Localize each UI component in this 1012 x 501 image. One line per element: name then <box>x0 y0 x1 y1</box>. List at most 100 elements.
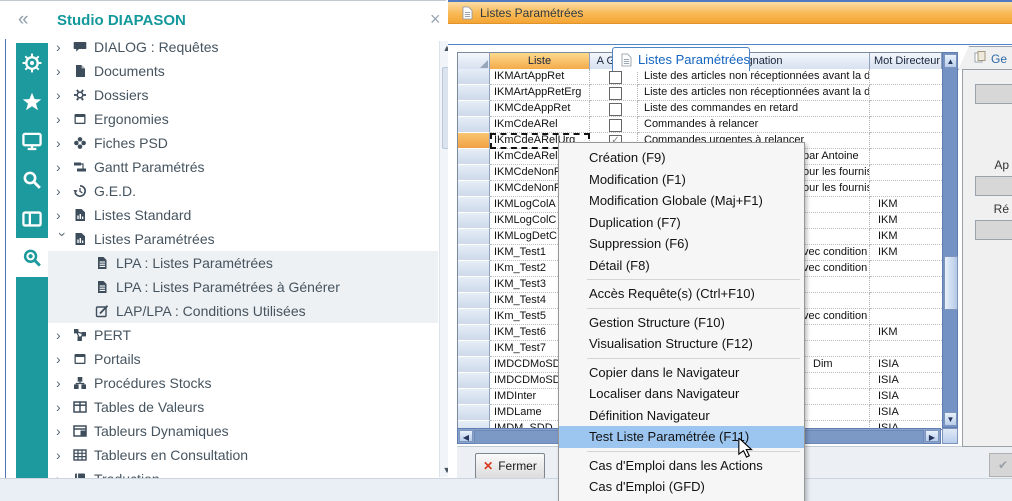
row-header[interactable] <box>458 117 490 133</box>
cell-mot-directeur[interactable] <box>870 101 942 117</box>
menu-item-acc-s-requ-te-s-ctrl-f10[interactable]: Accès Requête(s) (Ctrl+F10) <box>559 283 804 305</box>
chevron-right-icon[interactable]: › <box>56 424 70 438</box>
row-header[interactable] <box>458 165 490 181</box>
chevron-down-icon[interactable]: › <box>56 232 70 246</box>
menu-item-cr-ation-f9[interactable]: Création (F9) <box>559 147 804 169</box>
detail-field-ap[interactable] <box>975 176 1012 196</box>
menu-item-d-finition-navigateur[interactable]: Définition Navigateur <box>559 405 804 427</box>
cell-a-gen[interactable] <box>590 85 638 101</box>
rail-item-star-icon[interactable] <box>16 82 48 121</box>
row-header[interactable] <box>458 149 490 165</box>
row-header[interactable] <box>458 325 490 341</box>
row-header[interactable] <box>458 277 490 293</box>
row-header[interactable] <box>458 341 490 357</box>
sidebar-item-g-e-d[interactable]: ›G.E.D. <box>48 179 438 203</box>
sidebar-item-documents[interactable]: ›Documents <box>48 59 438 83</box>
cell-liste[interactable]: IKmCdeARel <box>490 117 590 133</box>
rail-item-search-icon[interactable] <box>16 160 48 199</box>
row-header[interactable] <box>458 69 490 85</box>
detail-panel-tab[interactable]: Ge <box>958 46 1012 70</box>
menu-item-copier-dans-le-navigateur[interactable]: Copier dans le Navigateur <box>559 362 804 384</box>
scroll-down-icon[interactable]: ▼ <box>944 412 957 426</box>
chevron-right-icon[interactable]: › <box>56 136 70 150</box>
sidebar-item-tables-de-valeurs[interactable]: ›Tables de Valeurs <box>48 395 438 419</box>
menu-item-gestion-structure-f10[interactable]: Gestion Structure (F10) <box>559 312 804 334</box>
cell-mot-directeur[interactable] <box>870 117 942 133</box>
cell-mot-directeur[interactable] <box>870 261 942 277</box>
cell-mot-directeur[interactable] <box>870 309 942 325</box>
validate-button[interactable]: ✔ Val <box>989 453 1012 477</box>
row-header[interactable] <box>458 389 490 405</box>
chevron-right-icon[interactable]: › <box>56 64 70 78</box>
chevron-right-icon[interactable]: › <box>56 160 70 174</box>
chevron-right-icon[interactable]: › <box>56 88 70 102</box>
row-header[interactable] <box>458 229 490 245</box>
sidebar-item-dialog-requ-tes[interactable]: ›DIALOG : Requêtes <box>48 35 438 59</box>
chevron-right-icon[interactable]: › <box>56 112 70 126</box>
sidebar-item-lpa-listes-param-tr-es[interactable]: ›LPA : Listes Paramétrées <box>48 251 438 275</box>
row-header[interactable] <box>458 309 490 325</box>
detail-field-re[interactable] <box>975 220 1012 240</box>
cell-a-gen[interactable] <box>590 69 638 85</box>
row-header[interactable] <box>458 405 490 421</box>
cell-designation[interactable]: Liste des articles non réceptionnées ava… <box>638 69 870 85</box>
table-row[interactable]: IKMCdeAppRetListe des commandes en retar… <box>458 101 942 117</box>
cell-mot-directeur[interactable]: ISIA <box>870 421 942 428</box>
row-header[interactable] <box>458 101 490 117</box>
cell-mot-directeur[interactable]: ISIA <box>870 405 942 421</box>
cell-mot-directeur[interactable] <box>870 293 942 309</box>
cell-mot-directeur[interactable]: ISIA <box>870 357 942 373</box>
cell-mot-directeur[interactable]: IKM <box>870 229 942 245</box>
menu-item-modification-globale-maj-f1[interactable]: Modification Globale (Maj+F1) <box>559 190 804 212</box>
checkbox[interactable] <box>609 119 622 132</box>
cell-mot-directeur[interactable] <box>870 341 942 357</box>
menu-item-d-tail-f8[interactable]: Détail (F8) <box>559 255 804 277</box>
row-header[interactable] <box>458 133 490 149</box>
sidebar-item-tableurs-en-consultation[interactable]: ›Tableurs en Consultation <box>48 443 438 467</box>
cell-mot-directeur[interactable]: IKM <box>870 325 942 341</box>
column-header-Liste[interactable]: Liste <box>490 53 590 69</box>
cell-mot-directeur[interactable] <box>870 165 942 181</box>
menu-item-cas-d-emploi-gfd[interactable]: Cas d'Emploi (GFD) <box>559 476 804 498</box>
tab-listes-param-tr-es[interactable]: Listes Paramétrées <box>612 47 750 71</box>
sidebar-item-proc-dures-stocks[interactable]: ›Procédures Stocks <box>48 371 438 395</box>
row-header[interactable] <box>458 293 490 309</box>
row-header[interactable] <box>458 213 490 229</box>
menu-item-visualisation-structure-f12[interactable]: Visualisation Structure (F12) <box>559 333 804 355</box>
vertical-scrollbar[interactable]: ▲ ▼ <box>942 52 958 428</box>
menu-item-test-liste-param-tr-e-f11[interactable]: Test Liste Paramétrée (F11) <box>559 426 804 448</box>
rail-item-monitor-icon[interactable] <box>16 121 48 160</box>
checkbox[interactable] <box>609 103 622 116</box>
rail-item-pin-search-icon[interactable] <box>16 238 48 277</box>
row-header[interactable] <box>458 197 490 213</box>
cell-a-gen[interactable] <box>590 117 638 133</box>
checkbox[interactable] <box>609 71 622 84</box>
cell-mot-directeur[interactable]: IKM <box>870 245 942 261</box>
cell-mot-directeur[interactable]: ISIA <box>870 389 942 405</box>
checkbox[interactable] <box>609 87 622 100</box>
table-row[interactable]: IKmCdeARel Commandes à relancer <box>458 117 942 133</box>
collapse-icon[interactable]: « <box>18 9 29 31</box>
cell-mot-directeur[interactable] <box>870 277 942 293</box>
cell-designation[interactable]: Liste des articles non réceptionnées ava… <box>638 85 870 101</box>
cell-mot-directeur[interactable] <box>870 85 942 101</box>
cell-liste[interactable]: IKMCdeAppRet <box>490 101 590 117</box>
cell-a-gen[interactable] <box>590 101 638 117</box>
cell-mot-directeur[interactable]: IKM <box>870 213 942 229</box>
chevron-right-icon[interactable]: › <box>56 208 70 222</box>
chevron-right-icon[interactable]: › <box>56 328 70 342</box>
sidebar-item-lpa-listes-param-tr-es-g-n-rer[interactable]: ›LPA : Listes Paramétrées à Générer <box>48 275 438 299</box>
menu-item-modification-f1[interactable]: Modification (F1) <box>559 169 804 191</box>
row-header[interactable] <box>458 261 490 277</box>
row-header[interactable] <box>458 245 490 261</box>
row-header[interactable] <box>458 373 490 389</box>
menu-item-localiser-dans-navigateur[interactable]: Localiser dans Navigateur <box>559 383 804 405</box>
rail-item-columns-icon[interactable] <box>16 199 48 238</box>
cell-liste[interactable]: IKMArtAppRetErg <box>490 85 590 101</box>
menu-item-duplication-f7[interactable]: Duplication (F7) <box>559 212 804 234</box>
cell-designation[interactable]: Commandes à relancer <box>638 117 870 133</box>
close-window-button[interactable]: ✕ Fermer <box>475 453 545 479</box>
sidebar-item-fiches-psd[interactable]: ›Fiches PSD <box>48 131 438 155</box>
cell-mot-directeur[interactable] <box>870 69 942 85</box>
row-header[interactable] <box>458 421 490 428</box>
